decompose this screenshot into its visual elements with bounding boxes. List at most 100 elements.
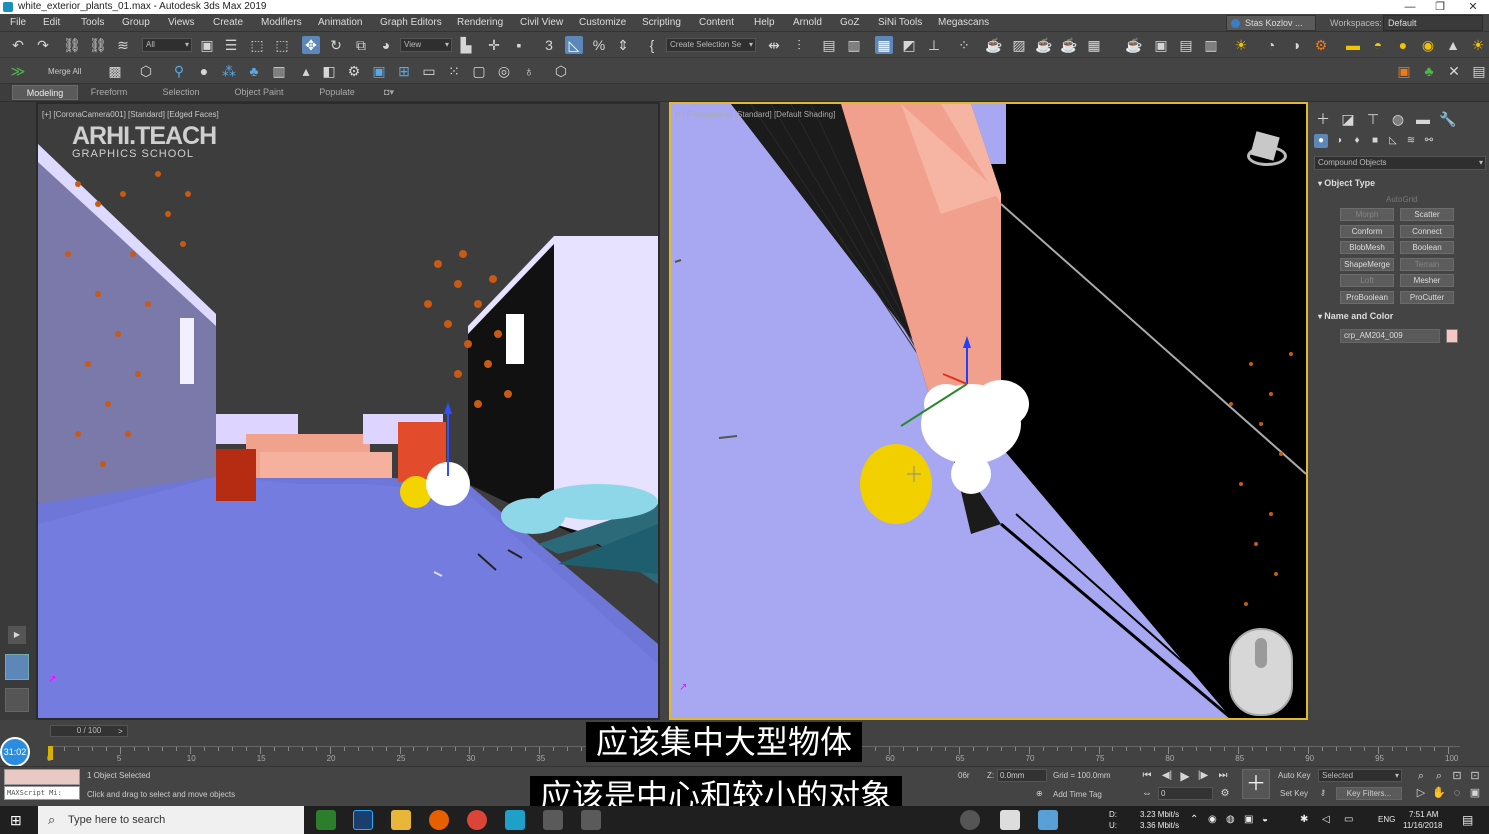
display-tab-icon[interactable]: ▬ bbox=[1414, 110, 1432, 128]
angle-snap-icon[interactable]: ◺ bbox=[565, 36, 583, 54]
reference-coordinate-dropdown[interactable]: View bbox=[400, 38, 452, 52]
current-frame-marker[interactable] bbox=[48, 746, 53, 760]
utilities-tab-icon[interactable]: 🔧 bbox=[1439, 110, 1457, 128]
go-to-end-icon[interactable]: ⏭ bbox=[1214, 767, 1232, 785]
menu-file[interactable]: File bbox=[10, 17, 26, 28]
mirror-icon[interactable]: ⇹ bbox=[765, 36, 783, 54]
object-type-button-boolean[interactable]: Boolean bbox=[1400, 241, 1454, 254]
tab-modeling[interactable]: Modeling bbox=[12, 85, 78, 100]
menu-help[interactable]: Help bbox=[754, 17, 775, 28]
forest-tool-icon[interactable]: ♣ bbox=[245, 62, 263, 80]
menu-sini-tools[interactable]: SiNi Tools bbox=[878, 17, 922, 28]
named-selection-dropdown[interactable]: Create Selection Se bbox=[666, 38, 756, 52]
redo-icon[interactable]: ↷ bbox=[34, 36, 52, 54]
hexagon-tool-icon[interactable]: ⬡ bbox=[137, 62, 155, 80]
cameras-icon[interactable]: ■ bbox=[1368, 134, 1382, 148]
menu-edit[interactable]: Edit bbox=[43, 17, 60, 28]
ribbon-options-icon[interactable]: ◘▾ bbox=[378, 85, 400, 100]
forest-pack-icon[interactable]: ▣ bbox=[1395, 62, 1413, 80]
pan-icon[interactable]: ✋ bbox=[1430, 784, 1448, 802]
list-icon[interactable]: ▤ bbox=[1470, 62, 1488, 80]
unlink-icon[interactable]: ⛓ bbox=[89, 36, 107, 54]
current-frame-field[interactable]: 0 bbox=[1158, 787, 1213, 800]
add-time-tag-button[interactable]: Add Time Tag bbox=[1053, 790, 1102, 799]
timeline-ruler[interactable]: 0510152025303540455055606570758085909510… bbox=[47, 746, 1460, 764]
modify-tab-icon[interactable]: ◪ bbox=[1339, 110, 1357, 128]
box-tool-icon[interactable]: ▢ bbox=[470, 62, 488, 80]
manipulate-icon[interactable]: ✛ bbox=[485, 36, 503, 54]
corona-vfb-icon[interactable]: ▣ bbox=[1152, 36, 1170, 54]
merge-all-button[interactable]: Merge All bbox=[48, 67, 81, 76]
notification-icon[interactable]: ▤ bbox=[1462, 813, 1473, 827]
hexagon-tool-2-icon[interactable]: ⬡ bbox=[552, 62, 570, 80]
menu-views[interactable]: Views bbox=[168, 17, 195, 28]
bind-space-warp-icon[interactable]: ≋ bbox=[114, 36, 132, 54]
material-editor-icon[interactable]: ⁘ bbox=[955, 36, 973, 54]
rendered-frame-window-icon[interactable]: ▨ bbox=[1010, 36, 1028, 54]
zoom-all-icon[interactable]: ⌕ bbox=[1430, 767, 1448, 785]
menu-tools[interactable]: Tools bbox=[81, 17, 104, 28]
spinner-snap-icon[interactable]: ⇕ bbox=[614, 36, 632, 54]
set-key-button[interactable]: Set Key bbox=[1280, 789, 1308, 798]
object-color-swatch[interactable] bbox=[1446, 329, 1458, 343]
corona-render-icon[interactable]: ☕ bbox=[1125, 36, 1143, 54]
coord-x-value[interactable]: 06r bbox=[958, 771, 970, 780]
select-object-icon[interactable]: ▣ bbox=[198, 36, 216, 54]
zoom-extents-all-icon[interactable]: ⊡ bbox=[1466, 767, 1484, 785]
maxscript-listener[interactable] bbox=[4, 769, 80, 785]
marker-tool-icon[interactable]: ▴ bbox=[297, 62, 315, 80]
motion-tab-icon[interactable]: ◍ bbox=[1389, 110, 1407, 128]
time-slider-next-icon[interactable]: > bbox=[118, 727, 123, 736]
object-type-button-terrain[interactable]: Terrain bbox=[1400, 257, 1454, 271]
object-type-button-conform[interactable]: Conform bbox=[1340, 224, 1394, 238]
select-and-move-icon[interactable]: ✥ bbox=[302, 36, 320, 54]
corona-settings-icon[interactable]: ▤ bbox=[1177, 36, 1195, 54]
object-type-button-morph[interactable]: Morph bbox=[1340, 208, 1394, 221]
select-by-name-icon[interactable]: ☰ bbox=[222, 36, 240, 54]
menu-civil-view[interactable]: Civil View bbox=[520, 17, 563, 28]
scene-explorer-icon[interactable]: ▤ bbox=[820, 36, 838, 54]
corona-dome-icon[interactable]: ◓ bbox=[1369, 36, 1387, 54]
taskbar-app-icon[interactable] bbox=[960, 810, 980, 830]
taskbar-app-icon[interactable] bbox=[543, 810, 563, 830]
render-setup-icon[interactable]: ☕ bbox=[985, 36, 1003, 54]
camera-viewport-label[interactable]: [+] [CoronaCamera001] [Standard] [Edged … bbox=[42, 110, 219, 119]
frame-tool-icon[interactable]: ▭ bbox=[420, 62, 438, 80]
time-slider[interactable]: 0 / 100 bbox=[50, 725, 128, 737]
key-filters-button[interactable]: Key Filters... bbox=[1336, 787, 1402, 800]
corona-light-icon[interactable]: ☀ bbox=[1232, 36, 1250, 54]
tray-date[interactable]: 11/16/2018 bbox=[1403, 821, 1442, 830]
object-type-button-connect[interactable]: Connect bbox=[1400, 224, 1454, 238]
close-button[interactable]: ✕ bbox=[1458, 0, 1488, 14]
render-iterative-icon[interactable]: ☕ bbox=[1060, 36, 1078, 54]
corona-sun-box-icon[interactable]: ▬ bbox=[1344, 36, 1362, 54]
go-to-start-icon[interactable]: ⏮ bbox=[1138, 767, 1156, 785]
play-icon[interactable]: ▶ bbox=[1176, 767, 1194, 785]
grid-tool-icon[interactable]: ⊞ bbox=[395, 62, 413, 80]
tray-bluetooth-icon[interactable]: ✱ bbox=[1300, 814, 1308, 825]
menu-scripting[interactable]: Scripting bbox=[642, 17, 681, 28]
tray-app-icon[interactable]: ▣ bbox=[1244, 814, 1253, 825]
autogrid-checkbox[interactable]: AutoGrid bbox=[1386, 195, 1418, 204]
previous-frame-icon[interactable]: ◀| bbox=[1158, 767, 1176, 785]
taskbar-search-input[interactable]: ⌕ Type here to search bbox=[38, 806, 304, 834]
selection-filter-dropdown[interactable]: All bbox=[142, 38, 192, 52]
gear-tool-icon[interactable]: ⚙ bbox=[345, 62, 363, 80]
hierarchy-tab-icon[interactable]: ⊤ bbox=[1364, 110, 1382, 128]
tray-chevron-icon[interactable]: ⌃ bbox=[1190, 814, 1198, 825]
maximize-button[interactable]: ❐ bbox=[1425, 0, 1455, 14]
object-type-button-proboolean[interactable]: ProBoolean bbox=[1340, 290, 1394, 304]
bulb-tool-icon[interactable]: ♁ bbox=[520, 62, 538, 80]
taskbar-firefox-icon[interactable] bbox=[429, 810, 449, 830]
render-production-icon[interactable]: ☕ bbox=[1035, 36, 1053, 54]
orbit-icon[interactable]: ◌ bbox=[1448, 784, 1466, 802]
pin-tool-icon[interactable]: ⚲ bbox=[170, 62, 188, 80]
taskbar-photoshop-icon[interactable] bbox=[353, 810, 373, 830]
zoom-icon[interactable]: ⌕ bbox=[1412, 767, 1430, 785]
taskbar-app-c-icon[interactable] bbox=[316, 810, 336, 830]
field-of-view-icon[interactable]: ▷ bbox=[1412, 784, 1430, 802]
create-tab-icon[interactable]: ＋ bbox=[1314, 110, 1332, 128]
map-tool-icon[interactable]: ▣ bbox=[370, 62, 388, 80]
perspective-viewport[interactable]: [+] [Perspective] [Standard] [Default Sh… bbox=[669, 102, 1308, 720]
corona-toolbar-icon[interactable]: ▥ bbox=[1202, 36, 1220, 54]
